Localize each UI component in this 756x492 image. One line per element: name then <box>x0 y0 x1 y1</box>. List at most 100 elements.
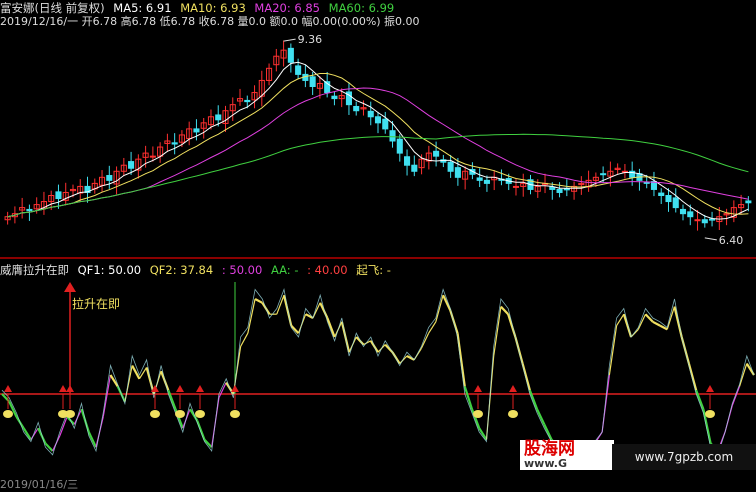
indicator-header: 威膺拉升在即 QF1: 50.00 QF2: 37.84 : 50.00 AA:… <box>0 262 396 278</box>
qf2-segment <box>420 332 430 349</box>
ma10-line <box>7 73 749 218</box>
signal-up-icon <box>196 385 204 392</box>
panel-separator <box>0 257 756 259</box>
qf2-segment <box>637 313 647 330</box>
mid-label: : 50.00 <box>221 263 263 277</box>
low-pointer <box>704 237 717 241</box>
signal-up-icon <box>231 385 239 392</box>
qf2-segment <box>167 389 177 410</box>
signal-up-icon <box>474 385 482 392</box>
candle-body <box>295 65 302 75</box>
qf2-segment <box>399 355 408 365</box>
candle-body <box>396 138 403 154</box>
qf2-segment <box>254 298 263 304</box>
qf2-segment <box>528 389 539 410</box>
qf2-segment <box>247 298 256 334</box>
candle-body <box>55 191 62 200</box>
qf2-label: QF2: 37.84 <box>149 263 214 277</box>
brand-watermark: 股海网 www.G <box>520 440 614 470</box>
qf1-label: QF1: 50.00 <box>77 263 142 277</box>
qf2-segment <box>44 442 54 452</box>
candle-body <box>694 219 701 222</box>
candle-body <box>26 208 33 212</box>
candle-body <box>476 177 483 181</box>
qf2-segment <box>731 386 741 406</box>
candle-body <box>549 186 556 190</box>
low-label: 6.40 <box>719 234 744 247</box>
ma5-line <box>7 61 749 220</box>
candle-body <box>433 150 440 157</box>
aa-label: AA: - <box>270 263 299 277</box>
signal-coin-icon <box>65 410 75 418</box>
qf2-segment <box>59 416 68 437</box>
price-chart: 9.36 6.40 <box>4 33 752 247</box>
ohlc-header: 2019/12/16/一 开6.78 高6.78 低6.78 收6.78 量0.… <box>0 14 425 30</box>
candle-body <box>382 118 389 130</box>
qf2-segment <box>428 321 437 334</box>
candle-body <box>309 76 316 87</box>
qf2-segment <box>521 363 531 391</box>
qf2-segment <box>87 431 97 448</box>
qf2-segment <box>687 363 698 391</box>
signal-label: 拉升在即 <box>72 296 120 311</box>
candle-body <box>193 128 200 133</box>
qf2-segment <box>319 302 329 319</box>
candle-body <box>215 114 222 121</box>
signal-coin-icon <box>230 410 240 418</box>
candle-body <box>244 99 251 103</box>
qf2-segment <box>196 420 206 440</box>
indicator-name: 威膺拉升在即 <box>0 263 69 277</box>
qf2-segment <box>543 423 553 441</box>
qf2-segment <box>500 305 509 315</box>
candle-body <box>447 161 454 172</box>
qf2-segment <box>536 408 546 425</box>
stock-name: 富安娜(日线 前复权) <box>0 1 105 15</box>
candle-body <box>658 192 665 196</box>
qf2-segment <box>218 382 227 399</box>
signal-up-icon <box>509 385 517 392</box>
signal-coin-icon <box>473 410 483 418</box>
signal-coin-icon <box>3 410 13 418</box>
qf2-segment <box>435 295 444 322</box>
ma20-line <box>7 87 749 218</box>
candle-body <box>701 219 708 224</box>
candle-body <box>287 47 294 63</box>
qf2-segment <box>406 355 415 361</box>
signal-coin-icon <box>705 410 715 418</box>
candle-body <box>512 185 520 188</box>
candle-body <box>679 208 687 215</box>
signal-up-icon <box>59 385 67 392</box>
candle-body <box>665 195 672 203</box>
qf2-segment <box>326 317 336 338</box>
candle-body <box>389 130 396 142</box>
candle-body <box>672 197 679 209</box>
brand-sub-text: www.G <box>524 457 567 470</box>
signal-up-icon <box>66 385 74 392</box>
candle-body <box>171 142 178 145</box>
ohlc-text: 2019/12/16/一 开6.78 高6.78 低6.78 收6.78 量0.… <box>0 15 420 28</box>
candle-body <box>411 164 418 172</box>
signal-up-icon <box>176 385 184 392</box>
candle-body <box>483 179 490 184</box>
candle-body <box>367 110 374 118</box>
candle-body <box>404 156 411 166</box>
qf2-segment <box>608 325 618 376</box>
qf2-segment <box>695 389 705 410</box>
candle-body <box>106 175 113 181</box>
ma20-label: MA20: 6.85 <box>254 1 320 15</box>
signal-coin-icon <box>175 410 185 418</box>
candle-body <box>600 173 607 176</box>
bottom-date: 2019/01/16/三 <box>0 478 79 491</box>
qf2-segment <box>442 294 452 311</box>
qf2-segment <box>355 336 365 346</box>
candle-body <box>745 200 752 204</box>
signal-up-icon <box>4 385 12 392</box>
qf2-segment <box>738 363 748 387</box>
high-label: 9.36 <box>298 33 323 46</box>
qf1-line <box>1 288 755 456</box>
ma5-label: MA5: 6.91 <box>113 1 172 15</box>
candle-body <box>149 155 156 158</box>
ma10-label: MA10: 6.93 <box>180 1 246 15</box>
qf2-segment <box>456 333 466 387</box>
brand-text: 股海网 <box>524 439 575 459</box>
